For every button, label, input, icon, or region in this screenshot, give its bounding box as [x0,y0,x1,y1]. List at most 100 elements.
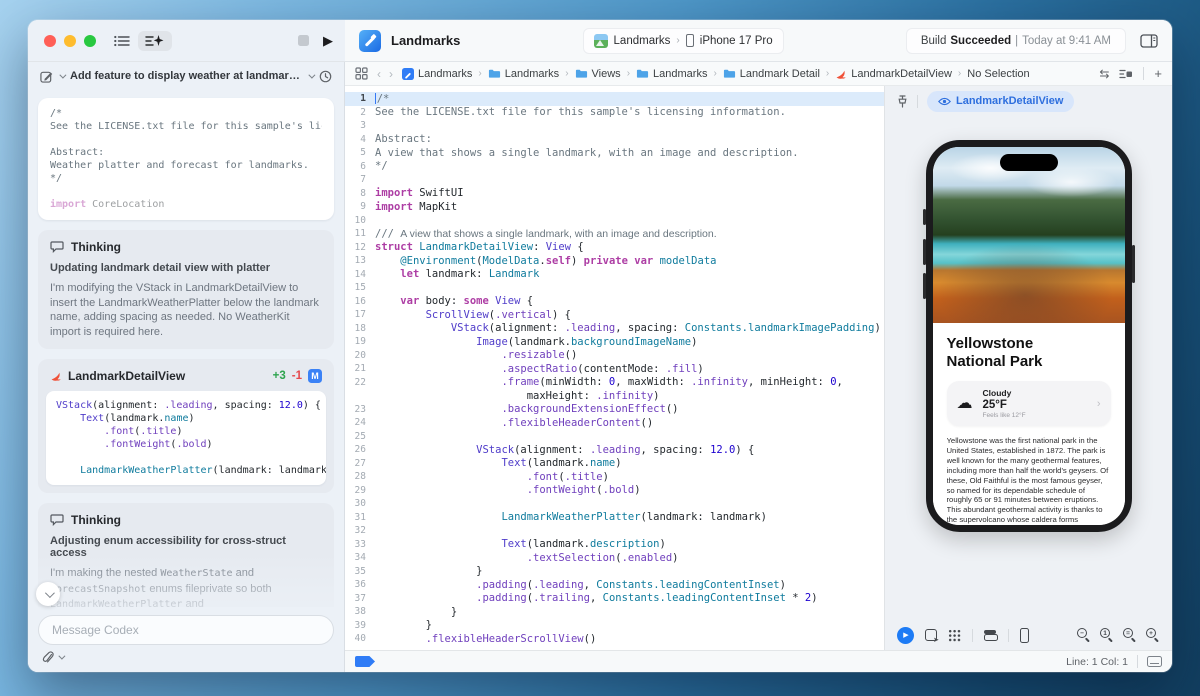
code-line[interactable]: 9 import MapKit [345,200,884,214]
preview-device-icon[interactable] [1020,627,1029,643]
code-line[interactable]: 3 [345,119,884,133]
diff-header[interactable]: LandmarkDetailView +3 -1 M [46,367,326,391]
code-line[interactable]: 23 .backgroundExtensionEffect() [345,403,884,417]
back-button[interactable]: ‹ [377,67,381,81]
code-line[interactable]: 4 Abstract: [345,133,884,147]
code-text: .fontWeight(.bold) [375,484,641,496]
code-line[interactable]: 18 VStack(alignment: .leading, spacing: … [345,322,884,336]
code-line[interactable]: 19 Image(landmark.backgroundImageName) [345,335,884,349]
code-line[interactable]: 36 .padding(.leading, Constants.leadingC… [345,578,884,592]
variants-mode-icon[interactable] [948,628,961,642]
scheme-name[interactable]: Landmarks [614,35,671,47]
weather-platter[interactable]: ☁ Cloudy 25°F Feels like 12°F › [946,381,1111,426]
code-line[interactable]: 35 } [345,565,884,579]
code-line[interactable]: 40 .flexibleHeaderScrollView() [345,632,884,646]
stop-button[interactable] [298,35,309,46]
code-line[interactable]: 7 [345,173,884,187]
code-line[interactable]: 8 import SwiftUI [345,187,884,201]
code-line[interactable]: 26 VStack(alignment: .leading, spacing: … [345,443,884,457]
assistant-thinking-card: Thinking Updating landmark detail view wi… [38,230,334,349]
code-line[interactable]: 20 .resizable() [345,349,884,363]
breadcrumb-item[interactable]: Views [575,68,621,80]
message-input[interactable] [38,615,334,645]
inspector-toggle-icon[interactable] [1140,33,1158,48]
code-line[interactable]: 28 .font(.title) [345,470,884,484]
new-conversation-icon[interactable] [40,70,53,83]
editor-options-icon[interactable] [1119,68,1133,80]
code-line[interactable]: 31 LandmarkWeatherPlatter(landmark: land… [345,511,884,525]
zoom-100-icon[interactable]: 1 [1100,628,1114,642]
code-line[interactable]: 37 .padding(.trailing, Constants.leading… [345,592,884,606]
chevron-down-icon[interactable] [58,652,66,660]
code-line[interactable]: 39 } [345,619,884,633]
breakpoint-tag[interactable] [355,656,375,667]
coding-assistant-toggle-icon[interactable] [138,30,172,51]
window-controls [44,34,96,47]
preview-target-capsule[interactable]: LandmarkDetailView [927,90,1075,112]
code-line[interactable]: 34 .textSelection(.enabled) [345,551,884,565]
breadcrumb-item[interactable]: Landmarks [488,68,559,80]
zoom-in-icon[interactable]: + [1146,628,1160,642]
code-line[interactable]: 21 .aspectRatio(contentMode: .fill) [345,362,884,376]
code-line[interactable]: 30 [345,497,884,511]
code-line[interactable]: 5 A view that shows a single landmark, wi… [345,146,884,160]
breadcrumb-item[interactable]: Landmark Detail [723,68,820,80]
breadcrumb-item[interactable]: No Selection [967,68,1029,80]
source-editor[interactable]: 1 /* 2 See the LICENSE.txt file for this sa… [345,86,885,650]
breadcrumb-item[interactable]: LandmarkDetailView [835,68,952,80]
code-line[interactable]: 11 /// A view that shows a single landmar… [345,227,884,241]
code-line[interactable]: 1 /* [345,92,884,106]
code-line[interactable]: 12 struct LandmarkDetailView: View { [345,241,884,255]
activity-view[interactable]: Build Succeeded | Today at 9:41 AM [905,27,1126,54]
device-settings-icon[interactable] [984,629,998,642]
close-button[interactable] [44,34,56,47]
add-editor-icon[interactable]: + [1154,66,1162,81]
minimized-editor-icon[interactable] [1147,656,1162,667]
code-review-icon[interactable]: ⇆ [1099,67,1109,81]
minimize-button[interactable] [64,34,76,47]
code-line[interactable]: 27 Text(landmark.name) [345,457,884,471]
code-line[interactable]: 13 @Environment(ModelData.self) private … [345,254,884,268]
code-line[interactable]: 25 [345,430,884,444]
conversation-title[interactable]: Add feature to display weather at landma… [70,70,302,82]
navigator-toggle-icon[interactable] [114,34,130,48]
code-line[interactable]: 24 .flexibleHeaderContent() [345,416,884,430]
iphone-preview[interactable]: Yellowstone National Park ☁ Cloudy 25°F … [922,140,1135,532]
attach-icon[interactable] [42,651,54,664]
chevron-down-icon[interactable] [59,71,67,79]
zoom-window-button[interactable] [84,34,96,47]
run-destination[interactable]: iPhone 17 Pro [700,35,773,47]
chevron-down-icon[interactable] [308,71,316,79]
related-items-icon[interactable] [355,67,368,80]
code-token: (landmark. [507,335,571,348]
code-line[interactable]: 16 var body: some View { [345,295,884,309]
breadcrumb-item[interactable]: Landmarks [636,68,707,80]
device-icon [685,34,694,47]
code-token: See the LICENSE.txt file for this sample… [50,121,322,132]
pin-preview-icon[interactable] [897,94,908,108]
code-line[interactable]: 14 let landmark: Landmark [345,268,884,282]
scheme-selector[interactable]: Landmarks › iPhone 17 Pro [582,27,784,54]
code-line[interactable]: 17 ScrollView(.vertical) { [345,308,884,322]
zoom-out-icon[interactable]: − [1077,628,1091,642]
zoom-fit-icon[interactable]: = [1123,628,1137,642]
code-line[interactable]: 2 See the LICENSE.txt file for this sampl… [345,106,884,120]
history-icon[interactable] [319,70,332,83]
code-line[interactable]: 29 .fontWeight(.bold) [345,484,884,498]
code-line[interactable]: 15 [345,281,884,295]
code-line[interactable]: 38 } [345,605,884,619]
code-line[interactable]: 32 [345,524,884,538]
collapse-card-button[interactable] [36,582,60,606]
forward-button[interactable]: › [389,67,393,81]
code-line[interactable]: 22 .frame(minWidth: 0, maxWidth: .infini… [345,376,884,390]
breadcrumb-item[interactable]: Landmarks [402,67,472,80]
code-line[interactable]: maxHeight: .infinity) [345,389,884,403]
code-line[interactable]: 10 [345,214,884,228]
run-button[interactable]: ▶ [323,34,333,47]
code-line[interactable]: 33 Text(landmark.description) [345,538,884,552]
selectable-mode-icon[interactable] [925,629,939,644]
code-line[interactable]: 6 */ [345,160,884,174]
live-preview-button[interactable]: ▶ [897,626,914,644]
